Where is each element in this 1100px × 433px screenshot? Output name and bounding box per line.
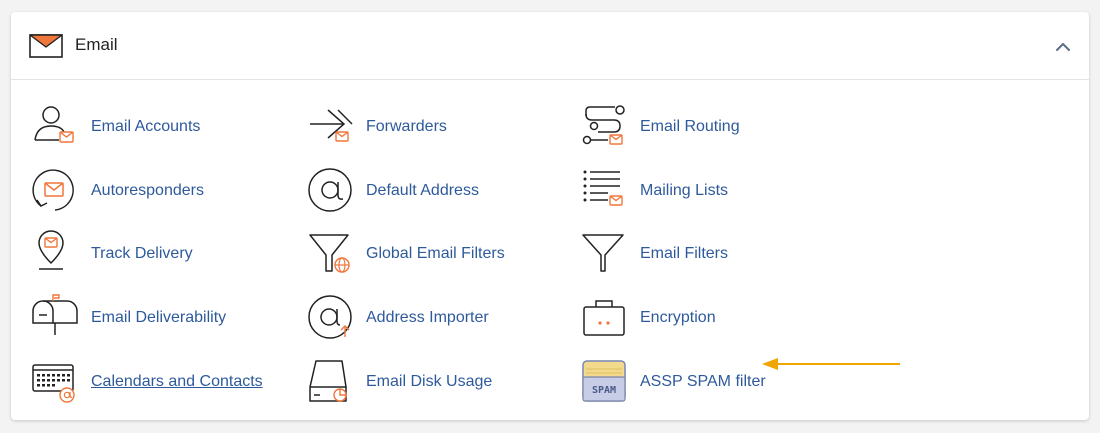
- chevron-up-icon[interactable]: [1053, 37, 1073, 57]
- tool-label: Track Delivery: [91, 245, 193, 262]
- tool-label: Email Filters: [640, 245, 729, 262]
- envelope-icon: [29, 34, 63, 58]
- at-sign-icon: [308, 168, 352, 212]
- spam-filter-icon: SPAM: [582, 360, 626, 402]
- calendar-icon: [32, 364, 75, 403]
- panel-header[interactable]: Email: [11, 12, 1089, 80]
- tool-label: Email Accounts: [91, 118, 201, 135]
- annotation-arrow-icon: [762, 358, 900, 370]
- tool-label: Address Importer: [366, 309, 489, 326]
- tool-label: Email Disk Usage: [366, 373, 493, 390]
- tool-label: Default Address: [366, 182, 479, 199]
- forwarders-icon: [310, 109, 353, 142]
- spam-badge-text: SPAM: [592, 385, 616, 396]
- tool-label: Calendars and Contacts: [91, 373, 263, 390]
- panel-title: Email: [75, 35, 118, 54]
- tool-label: Mailing Lists: [640, 182, 729, 199]
- tool-label: Forwarders: [366, 118, 447, 135]
- mailbox-icon: [32, 294, 78, 335]
- email-routing-icon: [582, 105, 625, 145]
- tool-label: Email Deliverability: [91, 309, 227, 326]
- map-pin-icon: [38, 230, 64, 270]
- mailing-lists-icon: [583, 170, 623, 206]
- tool-label: Encryption: [640, 309, 716, 326]
- tool-label: Email Routing: [640, 118, 740, 135]
- address-importer-icon: [308, 295, 352, 339]
- email-accounts-icon: [34, 106, 74, 143]
- email-panel: Email Email Accounts Forwarders Email Ro…: [11, 12, 1089, 420]
- briefcase-icon: [583, 300, 625, 336]
- tool-label: Autoresponders: [91, 182, 204, 199]
- global-filter-icon: [309, 234, 350, 273]
- tool-label: Global Email Filters: [366, 245, 505, 262]
- disk-usage-icon: [309, 360, 347, 402]
- tool-label: ASSP SPAM filter: [640, 373, 766, 390]
- filter-icon: [582, 234, 624, 272]
- autoresponders-icon: [32, 169, 74, 211]
